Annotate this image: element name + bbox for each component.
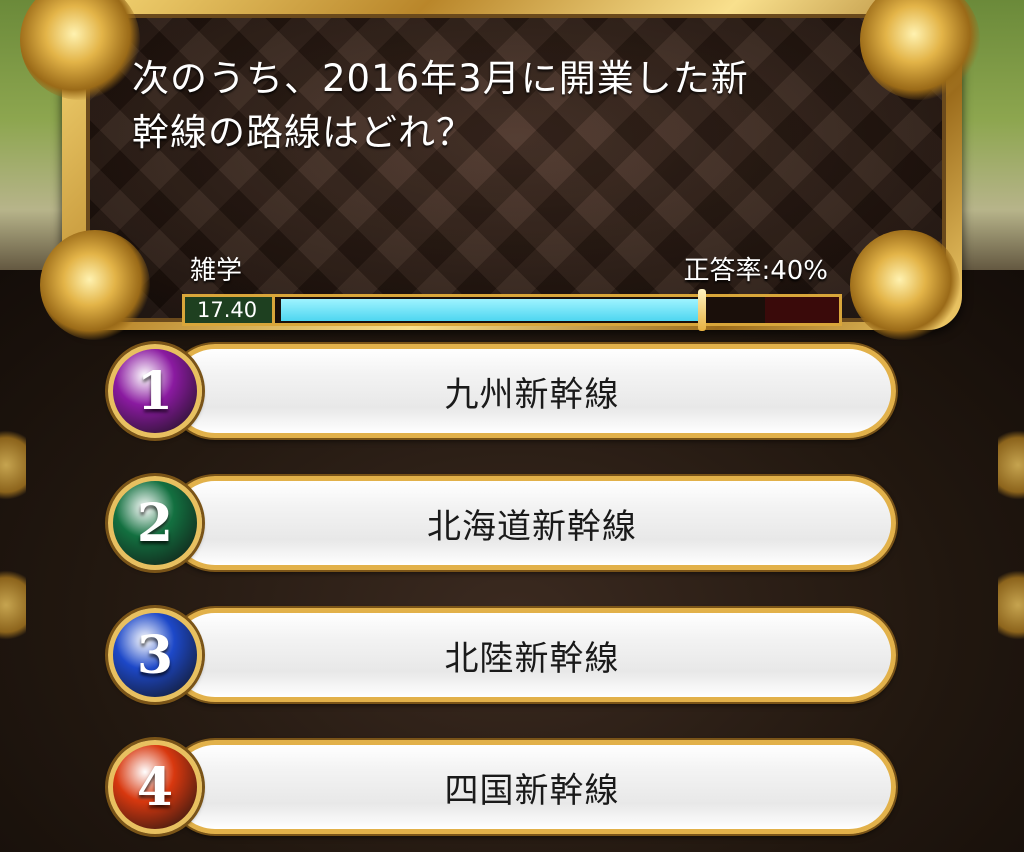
answer-button[interactable] bbox=[168, 740, 896, 834]
timer-fill bbox=[281, 299, 702, 321]
timer-marker bbox=[698, 289, 706, 331]
question-category: 雑学 bbox=[190, 256, 243, 286]
answer-button[interactable] bbox=[168, 476, 896, 570]
right-ornament-top bbox=[998, 420, 1024, 510]
answer-number-badge: 2 bbox=[108, 476, 202, 570]
left-ornament-bottom bbox=[0, 560, 26, 650]
answer-option-4[interactable]: 四国新幹線 4 bbox=[108, 732, 900, 842]
answer-option-1[interactable]: 九州新幹線 1 bbox=[108, 336, 900, 446]
answer-number-badge: 4 bbox=[108, 740, 202, 834]
answer-option-2[interactable]: 北海道新幹線 2 bbox=[108, 468, 900, 578]
answer-button[interactable] bbox=[168, 608, 896, 702]
frame-corner-ornament bbox=[850, 230, 960, 340]
question-text: 次のうち、2016年3月に開業した新 幹線の路線はどれ？ bbox=[132, 57, 749, 154]
correct-rate: 正答率:40% bbox=[683, 256, 828, 286]
timer-bar: 17.40 bbox=[182, 289, 842, 331]
answer-button[interactable] bbox=[168, 344, 896, 438]
answer-option-3[interactable]: 北陸新幹線 3 bbox=[108, 600, 900, 710]
timer-empty bbox=[765, 297, 839, 323]
left-ornament-top bbox=[0, 420, 26, 510]
timer-value: 17.40 bbox=[185, 297, 275, 323]
right-ornament-bottom bbox=[998, 560, 1024, 650]
frame-corner-ornament bbox=[40, 230, 150, 340]
answer-number-badge: 1 bbox=[108, 344, 202, 438]
answer-number-badge: 3 bbox=[108, 608, 202, 702]
